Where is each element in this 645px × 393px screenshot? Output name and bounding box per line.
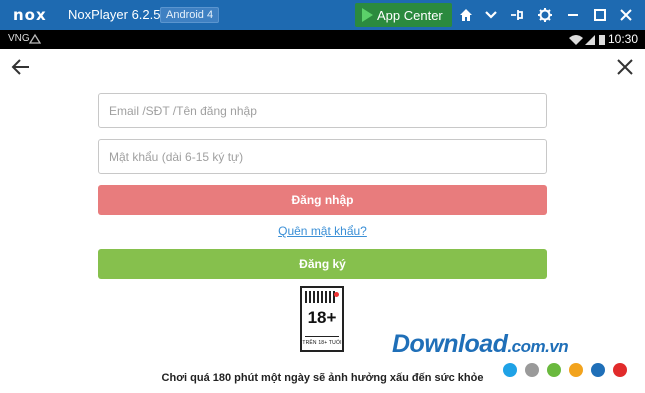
- password-field[interactable]: [98, 139, 547, 174]
- android-version-badge: Android 4: [160, 7, 220, 23]
- age-rating-caption: TRÊN 18+ TUỔI: [302, 340, 342, 346]
- emulator-window: nox NoxPlayer 6.2.5.0 Android 4 App Cent…: [0, 0, 645, 393]
- login-button[interactable]: Đăng nhập: [98, 185, 547, 215]
- clock: 10:30: [607, 32, 638, 46]
- battery-icon: [599, 35, 605, 45]
- close-dialog-icon[interactable]: [614, 56, 636, 78]
- title-bar: nox NoxPlayer 6.2.5.0 Android 4 App Cent…: [0, 0, 645, 30]
- register-button[interactable]: Đăng ký: [98, 249, 547, 279]
- maximize-icon[interactable]: [590, 5, 610, 25]
- watermark-domain: .com.vn: [507, 337, 569, 356]
- back-arrow-icon[interactable]: [10, 56, 32, 78]
- home-icon[interactable]: [456, 5, 476, 25]
- wifi-icon: [569, 35, 583, 45]
- watermark-main: Download: [392, 330, 508, 358]
- close-icon[interactable]: [616, 5, 636, 25]
- notification-icon: [29, 33, 41, 44]
- chevron-down-icon[interactable]: [481, 5, 501, 25]
- badge-stripes: [305, 291, 335, 303]
- play-store-icon: [362, 8, 373, 22]
- age-rating-badge: 18+ TRÊN 18+ TUỔI: [300, 286, 344, 352]
- health-warning: Chơi quá 180 phút một ngày sẽ ảnh hưởng …: [161, 372, 484, 384]
- window-title: NoxPlayer 6.2.5.0: [68, 7, 172, 22]
- age-rating-number: 18+: [307, 308, 337, 327]
- download-watermark: Download.com.vn: [392, 330, 569, 359]
- status-icons: [569, 35, 605, 45]
- app-center-button[interactable]: App Center: [355, 3, 452, 27]
- signal-icon: [585, 35, 595, 45]
- badge-dot: [334, 292, 339, 297]
- android-status-bar: VNG 10:30: [0, 30, 645, 49]
- app-center-label: App Center: [377, 8, 443, 23]
- badge-divider: [305, 336, 339, 337]
- minimize-icon[interactable]: [563, 5, 583, 25]
- email-field[interactable]: [98, 93, 547, 128]
- carrier-label: VNG: [8, 33, 30, 44]
- pin-icon[interactable]: [507, 5, 527, 25]
- forgot-password-link[interactable]: Quên mật khẩu?: [0, 224, 645, 238]
- gear-icon[interactable]: [535, 5, 555, 25]
- nox-logo: nox: [13, 6, 47, 24]
